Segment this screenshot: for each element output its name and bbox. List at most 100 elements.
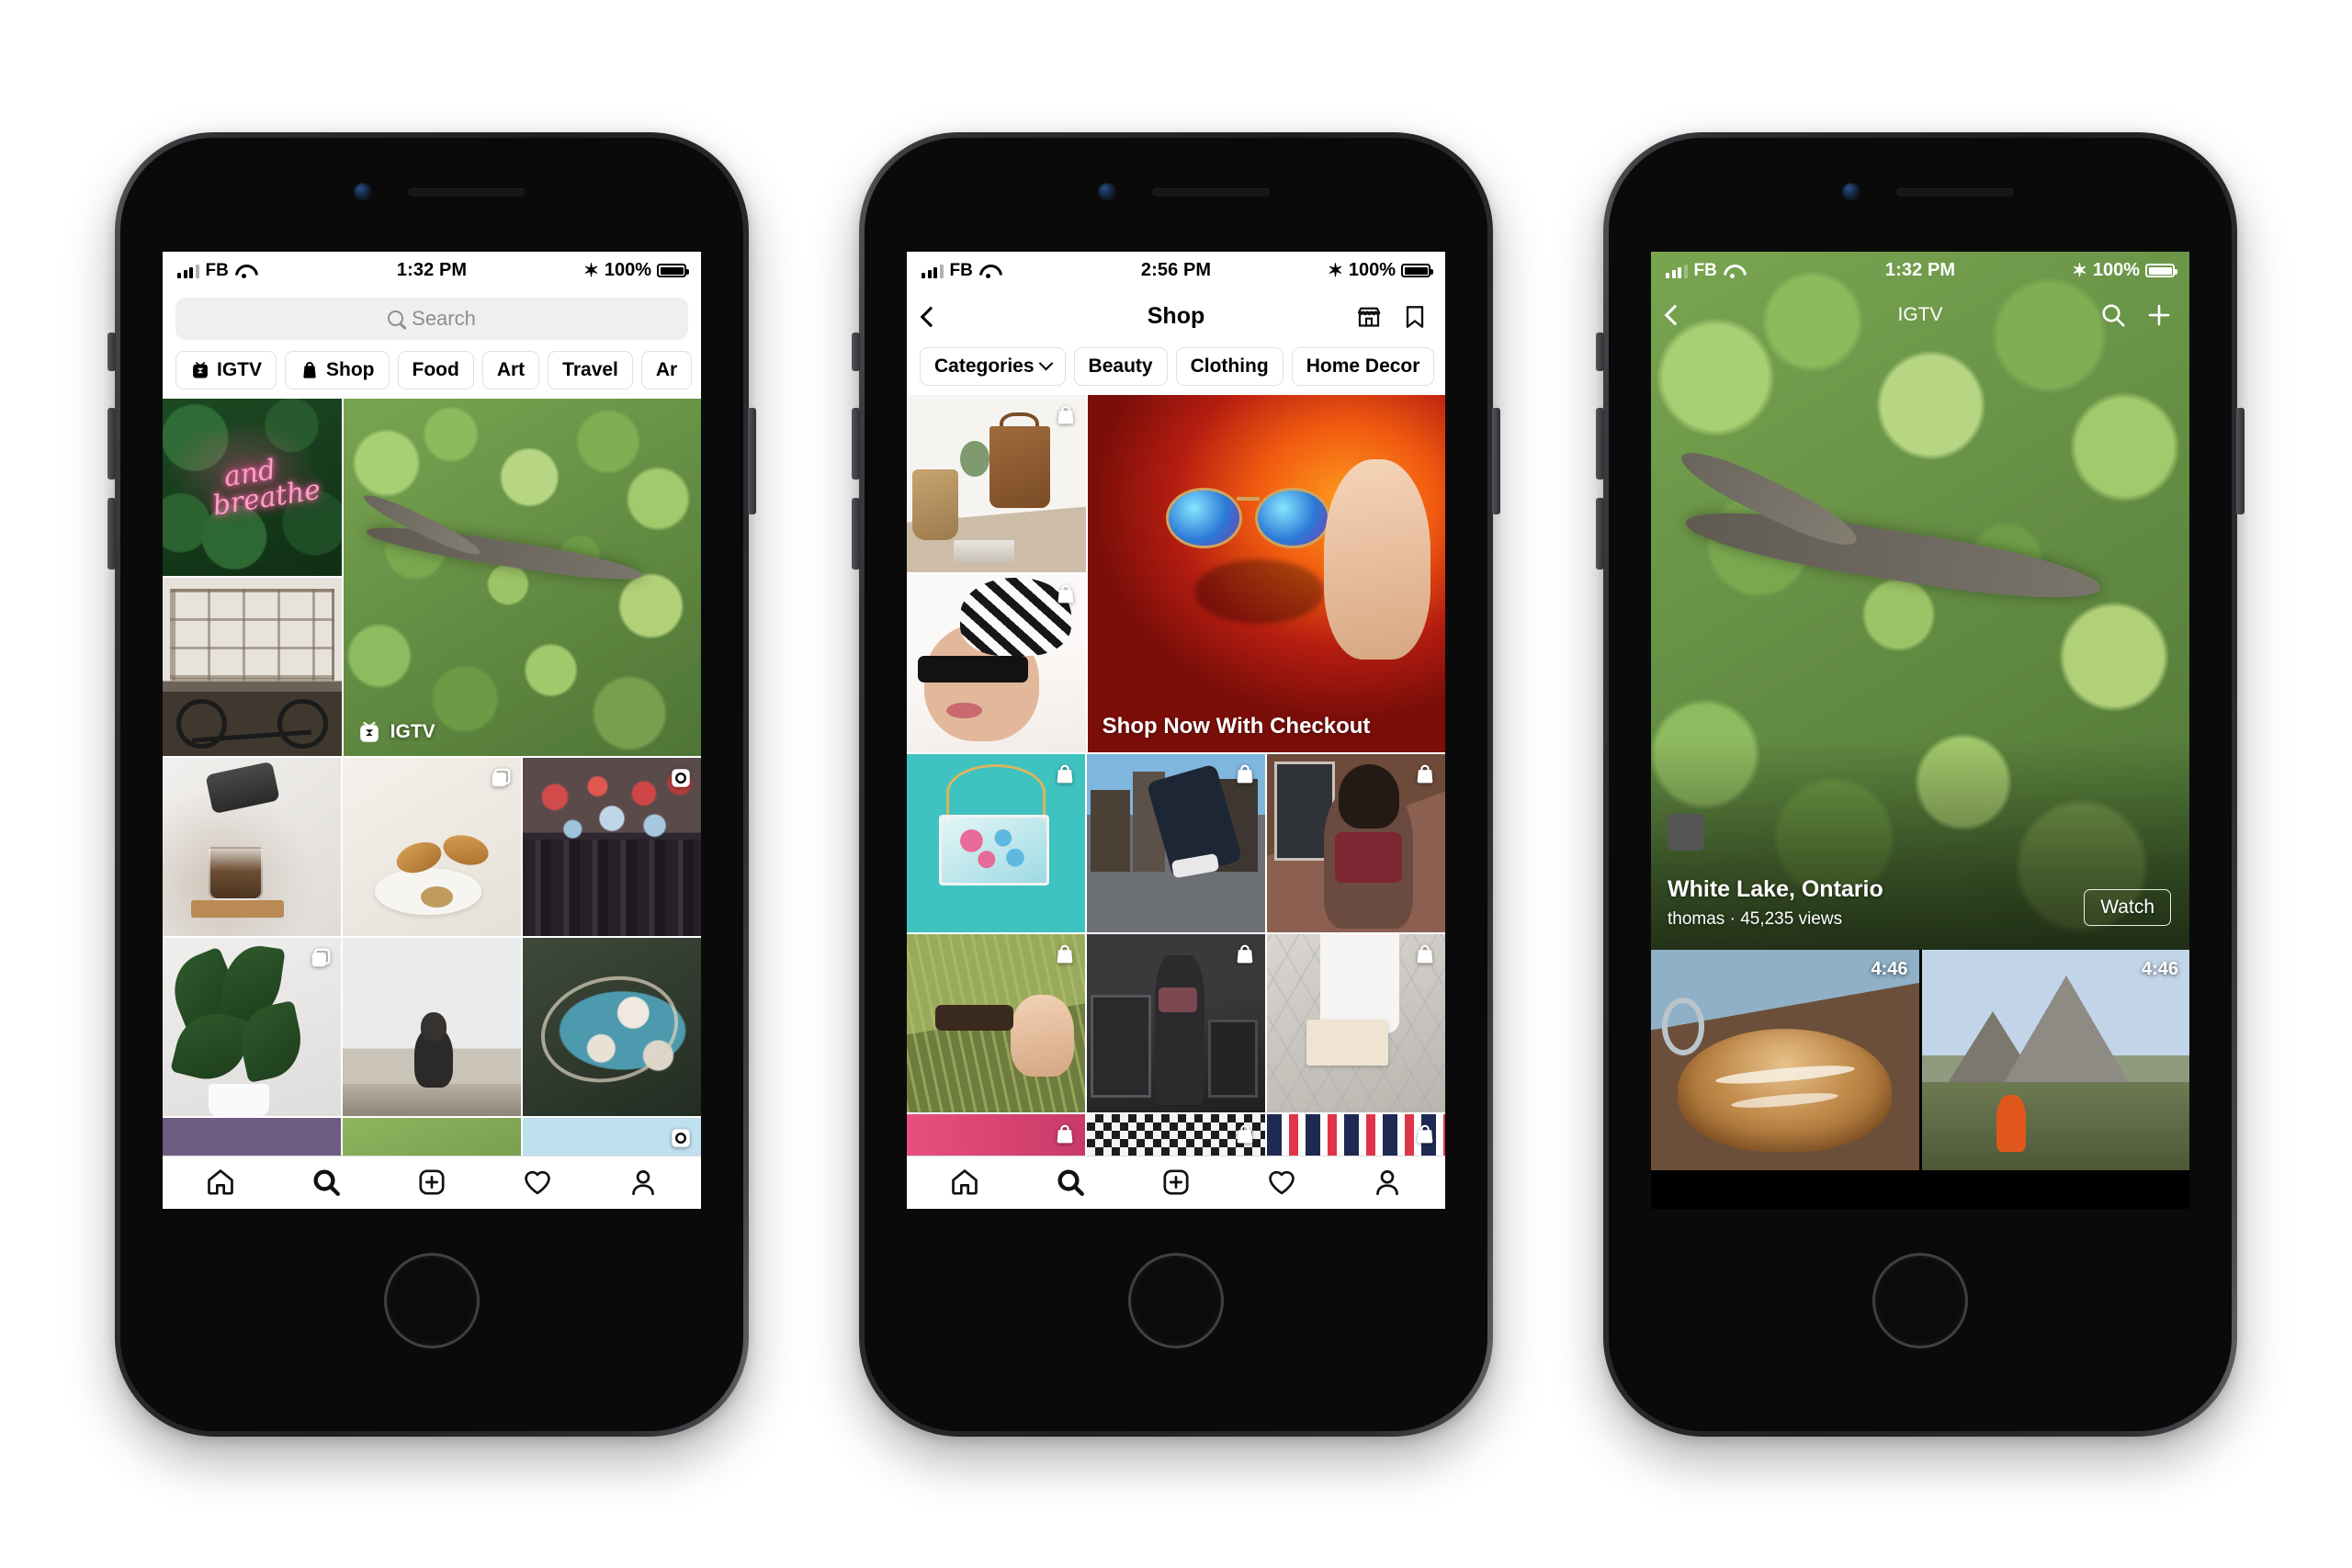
grid-tile-green-hillside[interactable] <box>343 1117 521 1156</box>
chip-label: Home Decor <box>1306 355 1420 377</box>
volume-up-button[interactable] <box>1596 407 1604 479</box>
tab-search[interactable] <box>311 1167 342 1198</box>
grid-tile-pink-product[interactable] <box>907 1113 1085 1156</box>
mute-switch[interactable] <box>107 332 116 371</box>
grid-tile-aerial-resort[interactable] <box>523 937 701 1116</box>
explore-grid[interactable]: and breathe IGTV <box>163 398 701 1156</box>
igtv-thumb-mountain[interactable]: 4:46 <box>1921 949 2189 1170</box>
home-button[interactable] <box>1872 1252 1968 1348</box>
chip-architecture-partial[interactable]: Ar <box>640 350 693 389</box>
tab-activity[interactable] <box>522 1167 553 1198</box>
tab-home[interactable] <box>205 1167 236 1198</box>
grid-tile-checker-product[interactable] <box>1087 1113 1265 1156</box>
volume-up-button[interactable] <box>852 407 860 479</box>
igtv-nav-header: IGTV <box>1651 290 2189 340</box>
chip-food[interactable]: Food <box>397 350 474 389</box>
video-duration: 4:46 <box>1871 958 1908 979</box>
chip-igtv[interactable]: IGTV <box>175 350 277 389</box>
volume-down-button[interactable] <box>1596 497 1604 570</box>
volume-up-button[interactable] <box>107 407 116 479</box>
status-bar: FB 1:32 PM ✶ 100% <box>163 251 701 290</box>
chip-beauty[interactable]: Beauty <box>1073 346 1168 386</box>
grid-tile-clutch-bag[interactable] <box>907 753 1085 932</box>
mute-switch[interactable] <box>1596 332 1604 371</box>
shop-grid-row-3 <box>907 933 1445 1112</box>
grid-row-4-partial <box>163 1117 701 1156</box>
grid-tile-coffee-pour[interactable] <box>163 757 341 936</box>
grid-tile-sunglasses-field[interactable] <box>907 933 1085 1112</box>
grid-tile-backstage-athleisure[interactable] <box>1087 933 1265 1112</box>
volume-down-button[interactable] <box>107 497 116 570</box>
search-bar-container: Search <box>163 289 701 347</box>
battery-icon <box>2145 264 2177 277</box>
chip-travel[interactable]: Travel <box>548 350 633 389</box>
front-camera <box>1099 183 1114 199</box>
tab-search[interactable] <box>1055 1167 1086 1198</box>
grid-tile-street-sneakers[interactable] <box>1087 753 1265 932</box>
tab-create[interactable] <box>416 1167 447 1198</box>
home-button[interactable] <box>1128 1252 1224 1348</box>
tab-activity[interactable] <box>1266 1167 1297 1198</box>
avatar[interactable] <box>1668 813 1704 851</box>
chevron-left-icon[interactable] <box>1664 304 1686 325</box>
explore-topic-chips[interactable]: IGTV Shop Food Art Travel Ar <box>163 346 701 399</box>
storefront-icon[interactable] <box>1355 303 1383 331</box>
grid-tile-beach-palms[interactable] <box>523 1117 701 1156</box>
phone-chin <box>120 1209 743 1431</box>
home-button[interactable] <box>384 1252 480 1348</box>
sensor-cluster <box>1609 138 2232 252</box>
search-input[interactable]: Search <box>175 297 688 340</box>
carrier-label: FB <box>949 260 973 280</box>
power-button[interactable] <box>748 407 756 514</box>
grid-tile-checkout-promo[interactable]: Shop Now With Checkout <box>1087 394 1445 752</box>
grid-tile-monstera-plant[interactable] <box>163 937 341 1116</box>
bottom-tab-bar[interactable] <box>163 1155 701 1209</box>
featured-row: and breathe IGTV <box>163 398 701 756</box>
power-button[interactable] <box>1492 407 1500 514</box>
signal-bars-icon <box>177 264 199 278</box>
tab-profile[interactable] <box>628 1167 659 1198</box>
chip-shop[interactable]: Shop <box>285 350 390 389</box>
tab-create[interactable] <box>1160 1167 1192 1198</box>
shop-category-chips[interactable]: Categories Beauty Clothing Home Decor <box>907 343 1445 395</box>
watch-button[interactable]: Watch <box>2084 888 2171 926</box>
shopping-bag-badge-icon <box>1413 762 1437 786</box>
chip-categories[interactable]: Categories <box>920 346 1066 386</box>
video-author-views: thomas · 45,235 views <box>1668 908 1843 929</box>
grid-tile-street-market[interactable] <box>523 757 701 936</box>
grid-tile-striped-product[interactable] <box>1267 1113 1445 1156</box>
shopping-bag-icon <box>300 360 320 380</box>
tab-home[interactable] <box>949 1167 980 1198</box>
grid-tile-neon-sign[interactable]: and breathe <box>163 398 342 577</box>
grid-tile-lavender-field[interactable] <box>163 1117 341 1156</box>
grid-tile-dog[interactable] <box>343 937 521 1116</box>
chip-clothing[interactable]: Clothing <box>1175 346 1283 386</box>
mute-switch[interactable] <box>852 332 860 371</box>
plus-icon[interactable] <box>2145 301 2173 329</box>
bookmark-icon[interactable] <box>1401 303 1429 331</box>
search-icon[interactable] <box>2099 301 2127 329</box>
chevron-left-icon[interactable] <box>920 306 942 327</box>
igtv-hero-video[interactable]: FB 1:32 PM ✶ 100% IGTV White Lake, Ontar… <box>1651 251 2189 950</box>
chip-label: Shop <box>326 358 375 380</box>
grid-tile-model-sunglasses[interactable] <box>907 574 1086 752</box>
power-button[interactable] <box>2236 407 2245 514</box>
volume-down-button[interactable] <box>852 497 860 570</box>
grid-tile-tote-bag-room[interactable] <box>907 394 1086 573</box>
chip-label: IGTV <box>217 358 263 380</box>
chip-label: Beauty <box>1088 355 1153 377</box>
grid-tile-clutch-hexagon[interactable] <box>1267 933 1445 1112</box>
clock: 1:32 PM <box>396 260 468 280</box>
grid-tile-croissant[interactable] <box>343 757 521 936</box>
grid-tile-bookshelf-bike[interactable] <box>163 578 342 756</box>
chip-art[interactable]: Art <box>481 350 540 389</box>
igtv-thumb-bread[interactable]: 4:46 <box>1651 949 1919 1170</box>
tab-profile[interactable] <box>1372 1167 1403 1198</box>
chip-label: Food <box>412 358 459 380</box>
shop-grid[interactable]: Shop Now With Checkout <box>907 394 1445 1156</box>
grid-tile-model-brick-wall[interactable] <box>1267 753 1445 932</box>
igtv-thumbnail-row: 4:46 4:46 <box>1651 949 2189 1170</box>
grid-tile-igtv-forest[interactable]: IGTV <box>343 398 701 756</box>
bottom-tab-bar[interactable] <box>907 1155 1445 1209</box>
chip-home-decor[interactable]: Home Decor <box>1291 346 1435 386</box>
